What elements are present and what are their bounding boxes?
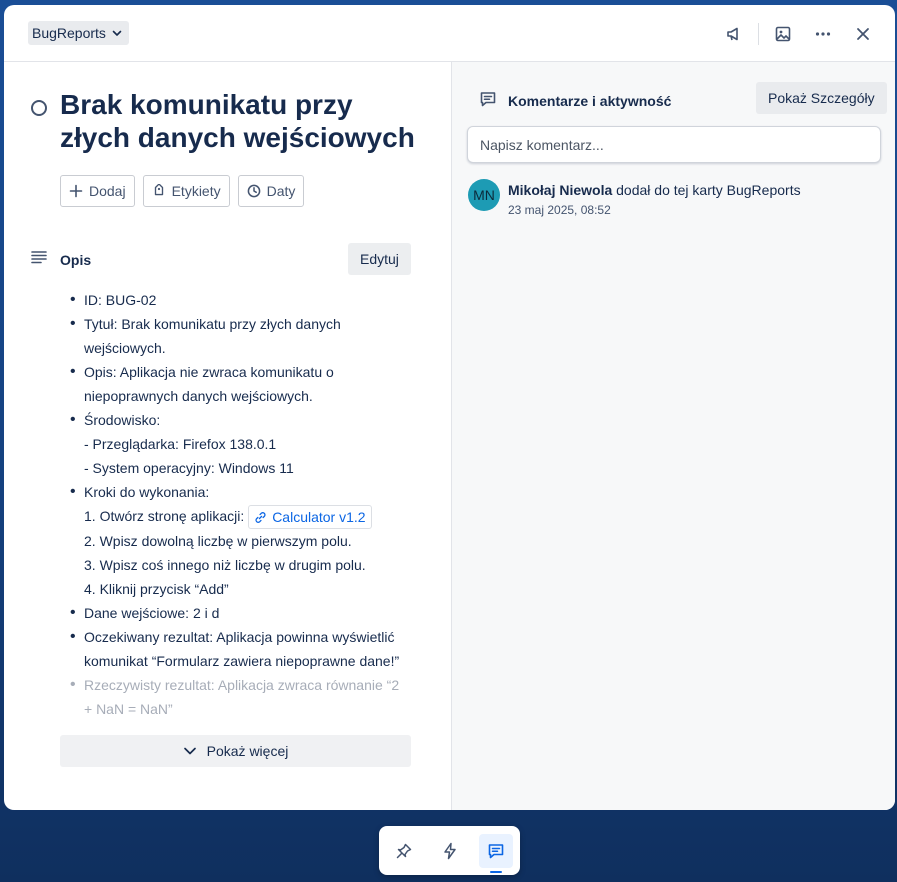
description-icon	[31, 251, 47, 264]
labels-button-label: Etykiety	[171, 183, 221, 199]
comment-input[interactable]: Napisz komentarz...	[467, 126, 881, 163]
desc-steps-heading: Kroki do wykonania:	[60, 480, 410, 504]
more-options-button[interactable]	[808, 19, 838, 49]
desc-step-1: 1. Otwórz stronę aplikacji: Calculator v…	[60, 504, 410, 530]
show-details-button[interactable]: Pokaż Szczegóły	[756, 82, 887, 114]
plus-icon	[69, 184, 83, 198]
activity-timestamp[interactable]: 23 maj 2025, 08:52	[508, 203, 611, 217]
desc-step-1-text: 1. Otwórz stronę aplikacji:	[84, 508, 245, 524]
automation-button[interactable]	[433, 834, 467, 868]
pin-icon	[396, 843, 411, 858]
clock-icon	[247, 184, 260, 198]
activity-action: dodał do tej karty BugReports	[616, 182, 801, 198]
pin-button[interactable]	[387, 834, 421, 868]
more-icon	[815, 32, 831, 36]
show-more-label: Pokaż więcej	[206, 743, 289, 759]
desc-actual: Rzeczywisty rezultat: Aplikacja zwraca r…	[60, 673, 410, 721]
board-selector[interactable]: BugReports	[28, 21, 129, 45]
card-modal: BugReports Brak komunikatu przy złych da…	[4, 5, 895, 810]
board-name: BugReports	[32, 25, 106, 41]
comments-toggle-button[interactable]	[478, 833, 513, 873]
complete-toggle[interactable]	[31, 100, 47, 116]
close-button[interactable]	[848, 19, 878, 49]
add-button[interactable]: Dodaj	[60, 175, 135, 207]
calculator-link-label: Calculator v1.2	[272, 509, 366, 526]
comment-icon	[480, 92, 496, 107]
desc-id: ID: BUG-02	[60, 288, 410, 312]
description-heading: Opis	[60, 252, 92, 268]
activity-user[interactable]: Mikołaj Niewola	[508, 182, 612, 198]
desc-step-4: 4. Kliknij przycisk “Add”	[84, 581, 229, 598]
megaphone-icon	[727, 27, 738, 41]
calculator-link[interactable]: Calculator v1.2	[248, 505, 372, 530]
tag-icon	[154, 184, 163, 196]
chevron-down-icon	[112, 30, 122, 36]
desc-environment-heading: Środowisko:	[60, 408, 410, 432]
show-more-button[interactable]: Pokaż więcej	[60, 735, 411, 767]
image-icon	[775, 26, 791, 42]
add-button-label: Dodaj	[89, 183, 126, 199]
desc-summary: Opis: Aplikacja nie zwraca komunikatu o …	[60, 360, 410, 408]
card-main-panel: Brak komunikatu przy złych danych wejści…	[4, 62, 451, 810]
desc-expected: Oczekiwany rezultat: Aplikacja powinna w…	[60, 625, 410, 673]
close-icon	[857, 28, 869, 40]
link-icon	[255, 511, 266, 523]
desc-env-os: - System operacyjny: Windows 11	[84, 460, 294, 476]
header-divider	[758, 23, 759, 45]
desc-env-browser: - Przeglądarka: Firefox 138.0.1	[84, 436, 277, 452]
desc-input-data: Dane wejściowe: 2 i d	[60, 601, 410, 625]
avatar[interactable]: MN	[468, 179, 500, 211]
bottom-toolbar	[379, 826, 520, 875]
desc-step-3: 3. Wpisz coś innego niż liczbę w drugim …	[84, 557, 366, 574]
announcement-button[interactable]	[719, 19, 749, 49]
desc-title: Tytuł: Brak komunikatu przy złych danych…	[60, 312, 410, 360]
lightning-icon	[443, 842, 456, 859]
edit-description-button[interactable]: Edytuj	[348, 243, 411, 275]
comments-panel: Komentarze i aktywność Pokaż Szczegóły N…	[451, 62, 895, 810]
modal-header: BugReports	[4, 5, 895, 62]
labels-button[interactable]: Etykiety	[142, 175, 230, 207]
desc-step-2: 2. Wpisz dowolną liczbę w pierwszym polu…	[84, 533, 352, 550]
activity-entry: Mikołaj Niewola dodał do tej karty BugRe…	[508, 182, 801, 198]
card-title[interactable]: Brak komunikatu przy złych danych wejści…	[60, 88, 430, 154]
dates-button-label: Daty	[266, 183, 296, 199]
card-actions: Dodaj Etykiety Daty	[60, 175, 305, 207]
description-body[interactable]: ID: BUG-02 Tytuł: Brak komunikatu przy z…	[60, 288, 410, 721]
dates-button[interactable]: Daty	[237, 175, 305, 207]
comments-heading: Komentarze i aktywność	[508, 93, 672, 109]
comment-icon	[488, 843, 503, 858]
chevron-down-icon	[183, 747, 196, 755]
cover-button[interactable]	[768, 19, 798, 49]
